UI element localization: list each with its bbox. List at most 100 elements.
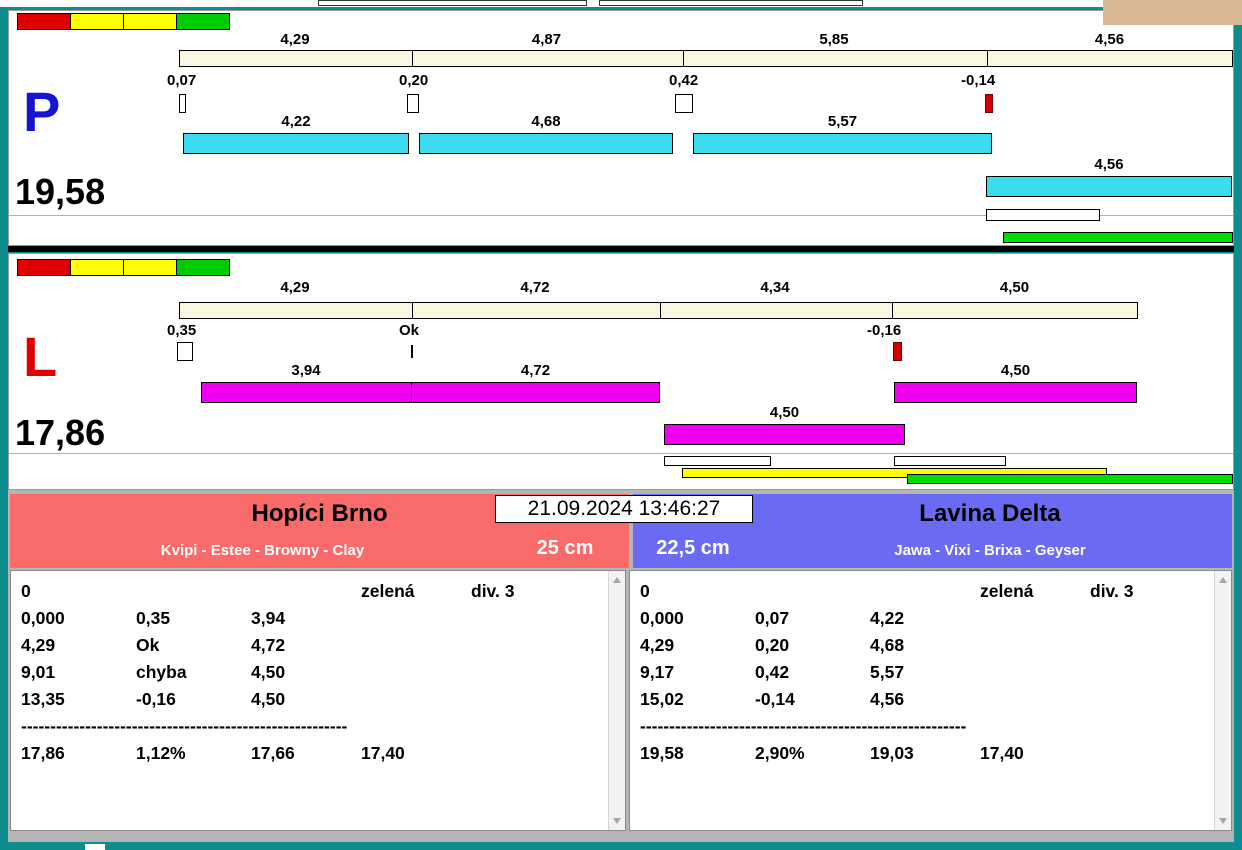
separator-line — [9, 453, 1233, 454]
scrollbar[interactable] — [1214, 571, 1231, 830]
legend-green-swatch — [176, 259, 230, 276]
deviation-label: Ok — [399, 322, 420, 339]
cell: 0,07 — [755, 608, 790, 628]
window-fragment — [599, 0, 863, 6]
table-row: 4,29 0,20 4,68 — [640, 632, 1215, 659]
scale-segment-label: 4,34 — [760, 279, 790, 296]
cell: 4,22 — [870, 608, 905, 628]
legend-yellow2-swatch — [123, 259, 177, 276]
measure-bar-label: 4,50 — [769, 404, 800, 421]
reference-scale-bar — [179, 302, 1138, 319]
cell: 17,86 — [21, 743, 65, 763]
deviation-label: 0,42 — [669, 72, 699, 89]
scale-tick — [987, 51, 988, 66]
legend-yellow-swatch — [70, 13, 124, 30]
scrollbar[interactable] — [608, 571, 625, 830]
cell: 0 — [21, 581, 31, 601]
measure-bar-label: 4,68 — [531, 113, 561, 130]
lane-p-panel: 4,29 4,87 5,85 4,56 0,07 0,20 0,42 -0,14… — [8, 10, 1234, 246]
cell: 1,12% — [136, 743, 186, 763]
cell: zelená — [361, 581, 415, 601]
legend-yellow-swatch — [70, 259, 124, 276]
table-row: 0 zelená div. 3 — [21, 578, 609, 605]
green-progress-bar — [1003, 232, 1233, 243]
scroll-down-icon[interactable] — [613, 818, 621, 824]
lane-total: 19,58 — [15, 171, 106, 212]
track-width-label: 22,5 cm — [656, 537, 730, 559]
measure-bar — [693, 133, 992, 154]
table-row: 13,35 -0,16 4,50 — [21, 686, 609, 713]
cell: 19,58 — [640, 743, 684, 763]
deviation-label: 0,07 — [167, 72, 197, 89]
table-row: 0 zelená div. 3 — [640, 578, 1215, 605]
scroll-up-icon[interactable] — [1219, 577, 1227, 583]
measure-bar-label: 3,94 — [291, 362, 321, 379]
team-right-results: 0 zelená div. 3 0,000 0,07 4,22 4,29 0,20 4,68… — [629, 570, 1232, 831]
measure-bar — [986, 176, 1232, 197]
cell: 4,72 — [251, 635, 286, 655]
legend-green-swatch — [176, 13, 230, 30]
scale-segment-label: 4,29 — [280, 279, 310, 296]
scale-tick — [683, 51, 684, 66]
cell: -0,14 — [755, 689, 795, 709]
scale-segment-label: 4,56 — [1094, 31, 1125, 48]
window-fragment — [85, 844, 105, 850]
team-members: Jawa - Vixi - Brixa - Geyser — [894, 542, 1086, 559]
scale-segment-label: 4,72 — [520, 279, 550, 296]
measure-bar — [183, 133, 409, 154]
separator-row: ----------------------------------------… — [21, 716, 348, 736]
scale-tick — [660, 303, 661, 318]
team-name: Lavina Delta — [919, 500, 1061, 527]
cell: Ok — [136, 635, 160, 655]
cell: 0,42 — [755, 662, 790, 682]
cell: 19,03 — [870, 743, 914, 763]
legend-red-swatch — [17, 13, 71, 30]
results-text[interactable]: 0 zelená div. 3 0,000 0,07 4,22 4,29 0,20 4,68… — [630, 571, 1215, 830]
cell: 17,66 — [251, 743, 295, 763]
cell: zelená — [980, 581, 1034, 601]
scroll-down-icon[interactable] — [1219, 818, 1227, 824]
measure-bar — [419, 133, 673, 154]
scale-segment-label: 4,50 — [999, 279, 1030, 296]
table-row: 9,01 chyba 4,50 — [21, 659, 609, 686]
cell: 4,50 — [251, 662, 286, 682]
cell: 0 — [640, 581, 650, 601]
scroll-up-icon[interactable] — [613, 577, 621, 583]
team-members: Kvipi - Estee - Browny - Clay — [160, 542, 365, 559]
cell: 17,40 — [361, 743, 405, 763]
lane-total: 17,86 — [15, 412, 106, 453]
scale-segment-label: 4,87 — [531, 31, 562, 48]
table-row: 0,000 0,35 3,94 — [21, 605, 609, 632]
team-left-results: 0 zelená div. 3 0,000 0,35 3,94 4,29 Ok 4,72 9… — [10, 570, 626, 831]
track-width-label: 25 cm — [536, 537, 594, 559]
legend-yellow2-swatch — [123, 13, 177, 30]
cell: div. 3 — [1090, 581, 1134, 601]
deviation-marker — [675, 94, 693, 113]
results-text[interactable]: 0 zelená div. 3 0,000 0,35 3,94 4,29 Ok 4,72 9… — [11, 571, 609, 830]
cell: 4,50 — [251, 689, 286, 709]
cell: 15,02 — [640, 689, 684, 709]
table-row: 9,17 0,42 5,57 — [640, 659, 1215, 686]
cell: -0,16 — [136, 689, 176, 709]
scale-tick — [412, 51, 413, 66]
background-strip — [0, 0, 1242, 7]
cell: 4,29 — [21, 635, 56, 655]
color-legend — [17, 259, 230, 276]
cell: 9,01 — [21, 662, 56, 682]
scale-segment-label: 5,85 — [819, 31, 849, 48]
measure-bar — [894, 382, 1137, 403]
measure-bar-label: 5,57 — [827, 113, 858, 130]
cell: div. 3 — [471, 581, 515, 601]
green-progress-bar — [907, 474, 1233, 484]
deviation-marker — [177, 342, 193, 361]
measure-bar — [411, 382, 660, 403]
totals-row: 17,86 1,12% 17,66 17,40 — [21, 740, 609, 767]
measure-bar-label: 4,22 — [281, 113, 311, 130]
cell: 4,56 — [870, 689, 905, 709]
ok-tick-marker — [411, 345, 413, 358]
deviation-marker — [179, 94, 186, 113]
app-window: 4,29 4,87 5,85 4,56 0,07 0,20 0,42 -0,14… — [0, 0, 1242, 850]
table-row: 0,000 0,07 4,22 — [640, 605, 1215, 632]
scale-segment-label: 4,29 — [280, 31, 310, 48]
empty-indicator-bar — [664, 456, 771, 466]
